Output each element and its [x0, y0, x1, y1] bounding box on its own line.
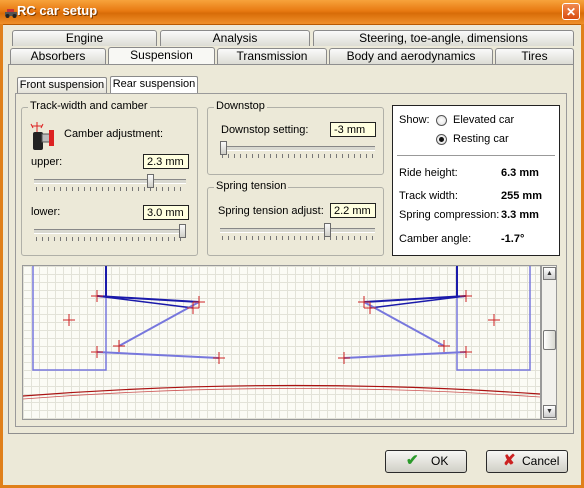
scroll-thumb[interactable]: [543, 330, 556, 350]
upper-camber-field[interactable]: 2.3 mm: [143, 154, 189, 169]
upper-camber-thumb[interactable]: [147, 174, 154, 188]
check-icon: ✔: [406, 452, 419, 469]
ok-label: OK: [431, 454, 449, 468]
tab-label: Transmission: [236, 49, 308, 63]
tab-label: Suspension: [130, 48, 193, 62]
subtab-label: Front suspension: [19, 79, 105, 91]
group-title: Downstop: [214, 100, 267, 112]
close-icon[interactable]: ✕: [562, 3, 580, 20]
tab-label: Absorbers: [30, 49, 86, 63]
vertical-scrollbar[interactable]: ▲ ▼: [541, 265, 557, 420]
tab-label: Steering, toe-angle, dimensions: [359, 31, 528, 45]
slider-ticks: [222, 236, 375, 240]
cross-icon: ✘: [503, 452, 516, 469]
cancel-button[interactable]: ✘ Cancel: [486, 450, 568, 473]
subtab-rear-suspension[interactable]: Rear suspension: [110, 76, 198, 93]
camber-icon: [30, 122, 54, 150]
tab-label: Body and aerodynamics: [346, 49, 476, 63]
lower-camber-field[interactable]: 3.0 mm: [143, 205, 189, 220]
spring-tension-field[interactable]: 2.2 mm: [330, 203, 376, 218]
elevated-car-radio[interactable]: [436, 115, 447, 126]
left-shock: [118, 301, 200, 347]
ok-button[interactable]: ✔ OK: [385, 450, 467, 473]
ground-line: [23, 384, 540, 397]
right-upper-arm-rear: [369, 295, 467, 309]
divider: [397, 155, 555, 156]
geometry-drawing: [23, 266, 540, 400]
tab-absorbers[interactable]: Absorbers: [10, 48, 106, 64]
slider-ticks: [222, 154, 375, 158]
info-panel: Show: Elevated car Resting car Ride heig…: [392, 105, 560, 256]
spring-tension-slider[interactable]: [220, 228, 375, 233]
group-title: Track-width and camber: [28, 100, 150, 112]
track-width-label: Track width:: [399, 190, 458, 202]
tab-body-aerodynamics[interactable]: Body and aerodynamics: [329, 48, 493, 64]
subtab-front-suspension[interactable]: Front suspension: [17, 77, 107, 93]
downstop-group: Downstop: [207, 100, 384, 175]
title-bar: RC car setup ✕: [0, 0, 584, 25]
spring-tension-group: Spring tension: [207, 180, 384, 256]
lower-camber-thumb[interactable]: [179, 224, 186, 238]
slider-ticks: [36, 237, 186, 241]
downstop-slider[interactable]: [220, 146, 375, 151]
left-upper-arm-rear: [96, 295, 194, 309]
downstop-field[interactable]: -3 mm: [330, 122, 376, 137]
group-title: Spring tension: [214, 180, 289, 192]
slider-ticks: [36, 187, 186, 191]
scroll-down-button[interactable]: ▼: [543, 405, 556, 418]
camber-adjustment-label: Camber adjustment:: [64, 128, 164, 140]
suspension-geometry-view[interactable]: [22, 265, 541, 420]
tab-tires[interactable]: Tires: [495, 48, 574, 64]
right-upper-arm: [363, 295, 467, 303]
window-title: RC car setup: [17, 3, 98, 18]
ride-height-label: Ride height:: [399, 167, 458, 179]
spring-tension-label: Spring tension adjust:: [218, 205, 324, 217]
elevated-car-label[interactable]: Elevated car: [453, 114, 514, 126]
app-icon: [5, 9, 17, 18]
right-shock: [363, 301, 445, 347]
tab-label: Engine: [65, 31, 104, 45]
spring-compression-value: 3.3 mm: [501, 209, 539, 221]
right-lower-arm: [343, 351, 467, 359]
track-width-value: 255 mm: [501, 190, 542, 202]
tab-steering[interactable]: Steering, toe-angle, dimensions: [313, 30, 574, 46]
upper-camber-slider[interactable]: [34, 179, 186, 184]
upper-label: upper:: [31, 156, 63, 168]
tab-engine[interactable]: Engine: [12, 30, 157, 46]
tab-transmission[interactable]: Transmission: [217, 48, 327, 64]
left-lower-arm: [96, 351, 220, 359]
scroll-up-button[interactable]: ▲: [543, 267, 556, 280]
resting-car-radio[interactable]: [436, 134, 447, 145]
spring-tension-thumb[interactable]: [324, 223, 331, 237]
ride-height-value: 6.3 mm: [501, 167, 539, 179]
camber-angle-value: -1.7°: [501, 233, 525, 245]
lower-camber-slider[interactable]: [34, 229, 186, 234]
downstop-label: Downstop setting:: [221, 124, 309, 136]
resting-car-label[interactable]: Resting car: [453, 133, 509, 145]
downstop-thumb[interactable]: [220, 141, 227, 155]
lower-label: lower:: [31, 206, 61, 218]
tab-suspension[interactable]: Suspension: [108, 47, 215, 65]
spring-compression-label: Spring compression:: [399, 209, 500, 221]
cancel-label: Cancel: [522, 454, 560, 468]
camber-angle-label: Camber angle:: [399, 233, 472, 245]
subtab-label: Rear suspension: [112, 78, 196, 90]
tab-label: Analysis: [212, 31, 258, 45]
left-upper-arm: [96, 295, 200, 303]
tab-label: Tires: [521, 49, 548, 63]
show-label: Show:: [399, 114, 430, 126]
tab-analysis[interactable]: Analysis: [160, 30, 310, 46]
